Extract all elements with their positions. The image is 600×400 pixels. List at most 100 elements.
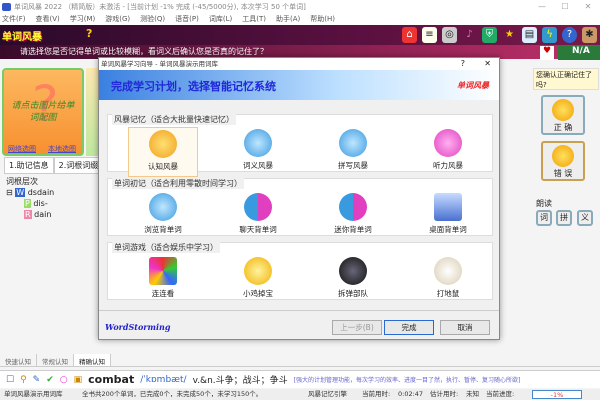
ring-icon[interactable]: ○ xyxy=(60,375,68,385)
speaker-icon[interactable]: ◎ xyxy=(442,27,457,43)
app-logo-icon xyxy=(2,3,11,11)
tip: [强大的计划管理功能，每次学习的效率、进度一目了然，执行、暂停、复习随心所欲] xyxy=(293,377,521,384)
checkbox-icon[interactable]: ☐ xyxy=(6,375,14,385)
mode-meaning-storm[interactable]: 词义风暴 xyxy=(223,127,293,177)
meaning-icon xyxy=(244,129,272,157)
recognition-icon xyxy=(149,130,177,158)
tab-mnemonic[interactable]: 1.助记信息 xyxy=(4,157,54,174)
finish-button[interactable]: 完成 xyxy=(384,320,434,335)
menu-quiz[interactable]: 测验(Q) xyxy=(140,14,165,25)
menu-study[interactable]: 学习(M) xyxy=(70,14,96,25)
heart-icon[interactable]: ♥ xyxy=(540,46,554,60)
tree-node[interactable]: R dain xyxy=(6,209,54,220)
book-icon[interactable]: ▤ xyxy=(522,27,537,43)
mode-recognition-storm[interactable]: 认知风暴 xyxy=(128,127,198,177)
blocks-icon xyxy=(149,257,177,285)
tree-node[interactable]: P dis- xyxy=(6,198,54,209)
brand-logo: 单词风暴 xyxy=(2,32,42,43)
root-tree: 词根层次 ⊟ W dsdain P dis- R dain xyxy=(6,176,54,220)
library-name: 单词风暴演示用词库 xyxy=(4,390,63,398)
group-label: 风暴记忆（适合大批量快速记忆） xyxy=(112,114,236,125)
help-icon[interactable]: ? xyxy=(86,27,92,40)
read-label: 朗读 xyxy=(536,199,552,208)
prev-button[interactable]: 上一步(B) xyxy=(332,320,382,335)
stars-icon xyxy=(244,257,272,285)
globe-icon[interactable]: ϟ xyxy=(542,27,557,43)
mini-icon xyxy=(339,193,367,221)
dialog-header: 完成学习计划，选择智能记忆系统 单词风暴 xyxy=(99,70,499,100)
group-label: 单词游戏（适合娱乐中学习） xyxy=(112,242,220,253)
edit-icon[interactable]: ✎ xyxy=(33,375,41,385)
read-meaning-button[interactable]: 义 xyxy=(577,210,593,226)
tree-label: 词根层次 xyxy=(6,177,38,186)
estimate-label: 估计用时: xyxy=(430,390,459,398)
correct-button[interactable]: 正 确 xyxy=(541,95,585,135)
tree-root[interactable]: ⊟ W dsdain xyxy=(6,187,54,198)
note-icon[interactable]: ▣ xyxy=(74,375,83,385)
phonetic: /ˈkɒmbæt/ xyxy=(140,374,187,385)
chat-icon xyxy=(244,193,272,221)
meaning: v.&n.斗争；战斗；争斗 xyxy=(192,376,288,386)
menu-assistant[interactable]: 助手(A) xyxy=(276,14,300,25)
confirm-question: 您确认正确记住了吗? xyxy=(533,68,599,90)
music-icon[interactable]: ♪ xyxy=(462,27,477,43)
menu-voice[interactable]: 语音(P) xyxy=(175,14,199,25)
menu-view[interactable]: 查看(V) xyxy=(36,14,60,25)
game-link[interactable]: 连连看 xyxy=(128,255,198,305)
game-mole[interactable]: 打地鼠 xyxy=(413,255,483,305)
progress-box: -1% xyxy=(532,390,582,399)
tab-precise-recognition[interactable]: 精确认知 xyxy=(74,354,111,366)
tab-roots[interactable]: 2.词根词缀 xyxy=(53,157,104,174)
read-spelling-button[interactable]: 拼 xyxy=(556,210,572,226)
help-circle-icon[interactable]: ? xyxy=(562,27,577,43)
game-chick[interactable]: 小鸡掉宝 xyxy=(223,255,293,305)
mode-spelling-storm[interactable]: 拼写风暴 xyxy=(318,127,388,177)
word-bar: ☐ ⚲ ✎ ✔ ○ ▣ combat /ˈkɒmbæt/ v.&n.斗争；战斗；争斗 [强… xyxy=(0,370,600,388)
window-title: 单词风暴 2022 （精简版）未激活 - [当前计划 -1% 完成 (-45/5… xyxy=(14,3,306,11)
local-image-link[interactable]: 本地选图 xyxy=(48,144,76,154)
search-icon[interactable]: ⚲ xyxy=(20,375,27,385)
group-initial-memory: 单词初记（适合利用零散时间学习） 浏览背单词 聊天背单词 迷你背单词 桌面背单词 xyxy=(107,178,493,236)
tab-normal-recognition[interactable]: 常规认知 xyxy=(37,354,74,366)
time-label: 当前用时: xyxy=(362,390,391,398)
menu-game[interactable]: 游戏(G) xyxy=(105,14,130,25)
wrong-button[interactable]: 错 误 xyxy=(541,141,585,181)
runner-icon[interactable]: ★ xyxy=(502,27,517,43)
group-storm-memory: 风暴记忆（适合大批量快速记忆） 认知风暴 词义风暴 拼写风暴 听力风暴 xyxy=(107,114,493,177)
game-bomb[interactable]: 拆弹部队 xyxy=(318,255,388,305)
read-word-button[interactable]: 词 xyxy=(536,210,552,226)
mode-chat[interactable]: 聊天背单词 xyxy=(223,191,293,241)
dialog-close-button[interactable]: ✕ xyxy=(484,59,491,68)
dialog-title: 单词风暴学习向导 - 单词风暴演示用词库 xyxy=(99,58,499,70)
menu-file[interactable]: 文件(F) xyxy=(2,14,26,25)
color-strip xyxy=(86,68,98,156)
group-games: 单词游戏（适合娱乐中学习） 连连看 小鸡掉宝 拆弹部队 打地鼠 xyxy=(107,242,493,300)
footer-brand: WordStorming xyxy=(105,322,171,332)
mode-browse[interactable]: 浏览背单词 xyxy=(128,191,198,241)
menu-bar: 文件(F) 查看(V) 学习(M) 游戏(G) 测验(Q) 语音(P) 词库(L) 工具(T)… xyxy=(0,14,600,25)
dialog-heading: 完成学习计划，选择智能记忆系统 xyxy=(111,80,276,93)
tab-quick-recognition[interactable]: 快速认知 xyxy=(0,354,37,366)
minimize-button[interactable]: — xyxy=(532,0,552,14)
check-icon[interactable]: ✔ xyxy=(46,375,54,385)
nl-indicator[interactable]: N/A xyxy=(558,46,600,60)
list-icon[interactable]: ≡ xyxy=(422,27,437,43)
palette-icon[interactable]: ✱ xyxy=(582,27,597,43)
bomb-squad-icon xyxy=(339,257,367,285)
home-icon[interactable]: ⌂ xyxy=(402,27,417,43)
menu-tools[interactable]: 工具(T) xyxy=(242,14,266,25)
menu-help[interactable]: 帮助(H) xyxy=(310,14,335,25)
mode-mini[interactable]: 迷你背单词 xyxy=(318,191,388,241)
dialog-help-button[interactable]: ? xyxy=(461,59,465,68)
close-button[interactable]: ✕ xyxy=(578,0,598,14)
menu-library[interactable]: 词库(L) xyxy=(209,14,232,25)
progress-label: 当前进度: xyxy=(486,390,515,398)
shield-icon[interactable]: ⛨ xyxy=(482,27,497,43)
mode-desktop[interactable]: 桌面背单词 xyxy=(413,191,483,241)
web-image-link[interactable]: 网络选图 xyxy=(8,144,36,154)
mode-listening-storm[interactable]: 听力风暴 xyxy=(413,127,483,177)
maximize-button[interactable]: ☐ xyxy=(555,0,575,14)
word-picture-panel[interactable]: ? 请点击图片给单词配图 网络选图 本地选图 xyxy=(2,68,84,156)
desktop-icon xyxy=(434,193,462,221)
cancel-button[interactable]: 取消 xyxy=(440,320,490,335)
